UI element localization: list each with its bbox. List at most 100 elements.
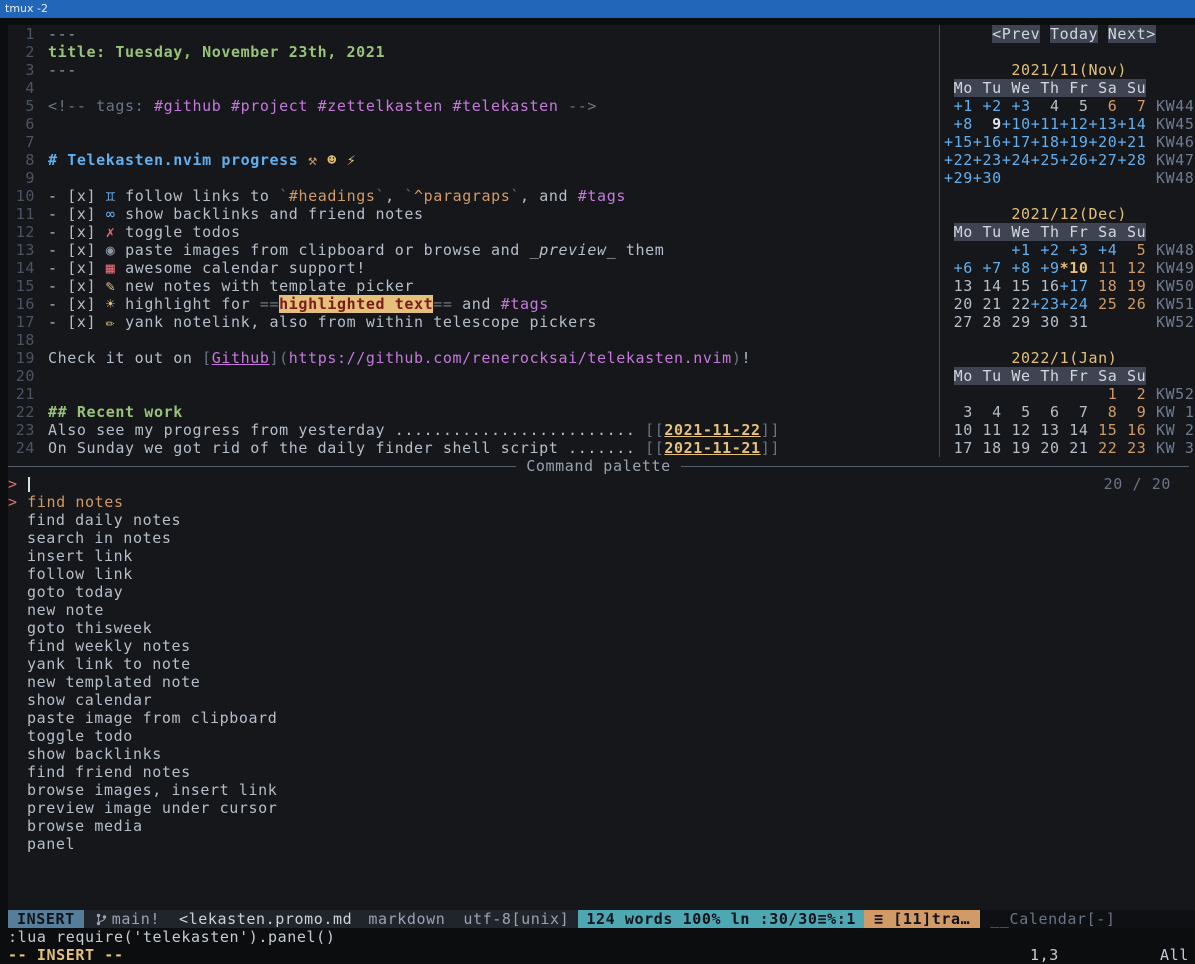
editor-line[interactable]: 15- [x] ✎ new notes with template picker (8, 277, 939, 295)
palette-item[interactable]: paste image from clipboard (8, 709, 1195, 727)
calendar-day[interactable]: 23 (1117, 439, 1146, 457)
calendar-day[interactable]: +22 (944, 151, 973, 169)
editor-line[interactable]: 2title: Tuesday, November 23th, 2021 (8, 43, 939, 61)
calendar-next-button[interactable]: Next> (1108, 25, 1156, 43)
palette-item[interactable]: insert link (8, 547, 1195, 565)
calendar-day[interactable]: +25 (1031, 151, 1060, 169)
calendar-day[interactable]: 16 (1117, 421, 1146, 439)
calendar-day[interactable]: +19 (1060, 133, 1089, 151)
calendar-day[interactable]: 15 (1089, 421, 1118, 439)
calendar-row[interactable]: +29+30 KW48 (944, 169, 1195, 187)
calendar-day[interactable]: 27 (944, 313, 973, 331)
calendar-day[interactable]: +21 (1117, 133, 1146, 151)
command-line[interactable]: :lua require('telekasten').panel() (8, 928, 1195, 946)
editor-line[interactable]: 14- [x] ▦ awesome calendar support! (8, 259, 939, 277)
editor-line[interactable]: 4 (8, 79, 939, 97)
calendar-day[interactable]: +13 (1089, 115, 1118, 133)
calendar-day[interactable]: 1 (1108, 385, 1118, 403)
editor-line[interactable]: 20 (8, 367, 939, 385)
calendar-row[interactable] (944, 331, 1195, 349)
calendar-day[interactable]: +2 (1040, 241, 1059, 259)
calendar-day[interactable]: 16 (1031, 277, 1060, 295)
note-link[interactable]: 2021-11-21 (664, 439, 760, 457)
calendar-row[interactable]: 20 21 22+23+24 25 26 KW51 (944, 295, 1195, 313)
editor-line[interactable]: 10- [x] ♊ follow links to `#headings`, `… (8, 187, 939, 205)
calendar-row[interactable]: Mo Tu We Th Fr Sa Su (944, 367, 1195, 385)
calendar-day[interactable]: +11 (1031, 115, 1060, 133)
calendar-day[interactable]: 9 (973, 115, 1002, 133)
editor-line[interactable]: 22## Recent work (8, 403, 939, 421)
palette-selected-item[interactable]: > find notes (8, 493, 1195, 511)
calendar-row[interactable]: Mo Tu We Th Fr Sa Su (944, 79, 1195, 97)
calendar-row[interactable]: +1 +2 +3 4 5 6 7 KW44 (944, 97, 1195, 115)
calendar-day[interactable]: +14 (1117, 115, 1146, 133)
calendar-day[interactable]: +20 (1089, 133, 1118, 151)
palette-item[interactable]: search in notes (8, 529, 1195, 547)
calendar-row[interactable]: +1 +2 +3 +4 5 KW48 (944, 241, 1195, 259)
calendar-row[interactable]: Mo Tu We Th Fr Sa Su (944, 223, 1195, 241)
calendar-day[interactable]: 4 (1031, 97, 1060, 115)
editor-line[interactable]: 11- [x] ∞ show backlinks and friend note… (8, 205, 939, 223)
calendar-day[interactable]: 11 (1089, 259, 1118, 277)
calendar-day[interactable]: 28 (973, 313, 1002, 331)
palette-item[interactable]: preview image under cursor (8, 799, 1195, 817)
calendar-row[interactable]: +15+16+17+18+19+20+21 KW46 (944, 133, 1195, 151)
calendar-day[interactable]: 5 (1002, 403, 1031, 421)
editor-line[interactable]: 16- [x] ☀ highlight for ==highlighted te… (8, 295, 939, 313)
calendar-day[interactable]: +24 (1002, 151, 1031, 169)
calendar-day[interactable]: 13 (1031, 421, 1060, 439)
calendar-day[interactable]: 18 (1089, 277, 1118, 295)
calendar-day[interactable]: 22 (1002, 295, 1031, 313)
calendar-row[interactable]: 13 14 15 16+17 18 19 KW50 (944, 277, 1195, 295)
calendar-day[interactable]: +24 (1060, 295, 1089, 313)
palette-item[interactable]: show calendar (8, 691, 1195, 709)
calendar-day[interactable]: 15 (1002, 277, 1031, 295)
editor-line[interactable]: 5<!-- tags: #github #project #zettelkast… (8, 97, 939, 115)
calendar-day[interactable]: 26 (1117, 295, 1146, 313)
editor-line[interactable]: 18 (8, 331, 939, 349)
calendar-day[interactable]: +10 (1002, 115, 1031, 133)
editor-line[interactable]: 12- [x] ✗ toggle todos (8, 223, 939, 241)
palette-item[interactable]: goto today (8, 583, 1195, 601)
calendar-day[interactable]: 14 (973, 277, 1002, 295)
github-link[interactable]: Github (212, 349, 270, 367)
calendar-today-button[interactable]: Today (1050, 25, 1098, 43)
editor-line[interactable]: 1--- (8, 25, 939, 43)
calendar-row[interactable]: 10 11 12 13 14 15 16 KW 2 (944, 421, 1195, 439)
editor-line[interactable]: 19Check it out on [Github](https://githu… (8, 349, 939, 367)
editor-pane[interactable]: 1---2title: Tuesday, November 23th, 2021… (8, 25, 939, 457)
calendar-day[interactable]: 4 (973, 403, 1002, 421)
calendar-day[interactable]: +28 (1117, 151, 1146, 169)
calendar-prev-button[interactable]: <Prev (992, 25, 1040, 43)
calendar-day[interactable]: 30 (1031, 313, 1060, 331)
editor-line[interactable]: 8# Telekasten.nvim progress ⚒ ☻ ⚡ (8, 151, 939, 169)
calendar-day[interactable]: 10 (944, 421, 973, 439)
editor-line[interactable]: 24On Sunday we got rid of the daily find… (8, 439, 939, 457)
calendar-day[interactable]: +18 (1031, 133, 1060, 151)
editor-line[interactable]: 13- [x] ◉ paste images from clipboard or… (8, 241, 939, 259)
calendar-row[interactable] (944, 187, 1195, 205)
calendar-day[interactable]: +3 (1011, 97, 1030, 115)
palette-item[interactable]: browse media (8, 817, 1195, 835)
palette-prompt[interactable]: > 20 / 20 (8, 475, 1195, 493)
editor-line[interactable]: 17- [x] ✏ yank notelink, also from withi… (8, 313, 939, 331)
calendar-day[interactable]: +30 (973, 169, 1002, 187)
calendar-row[interactable]: +22+23+24+25+26+27+28 KW47 (944, 151, 1195, 169)
palette-item[interactable]: find friend notes (8, 763, 1195, 781)
palette-item[interactable]: new templated note (8, 673, 1195, 691)
calendar-day[interactable]: 8 (1089, 403, 1118, 421)
calendar-day[interactable]: 6 (1089, 97, 1118, 115)
calendar-day[interactable]: +1 (954, 97, 973, 115)
palette-item[interactable]: show backlinks (8, 745, 1195, 763)
calendar-day[interactable]: 20 (944, 295, 973, 313)
palette-item[interactable]: find weekly notes (8, 637, 1195, 655)
editor-line[interactable]: 23Also see my progress from yesterday ..… (8, 421, 939, 439)
calendar-day[interactable]: 7 (1060, 403, 1089, 421)
palette-item[interactable]: goto thisweek (8, 619, 1195, 637)
calendar-row[interactable]: 2021/11(Nov) (944, 61, 1195, 79)
calendar-row[interactable]: 2022/1(Jan) (944, 349, 1195, 367)
calendar-day[interactable]: 22 (1089, 439, 1118, 457)
calendar-day[interactable]: 31 (1060, 313, 1089, 331)
calendar-day[interactable]: 12 (1002, 421, 1031, 439)
editor-line[interactable]: 21 (8, 385, 939, 403)
